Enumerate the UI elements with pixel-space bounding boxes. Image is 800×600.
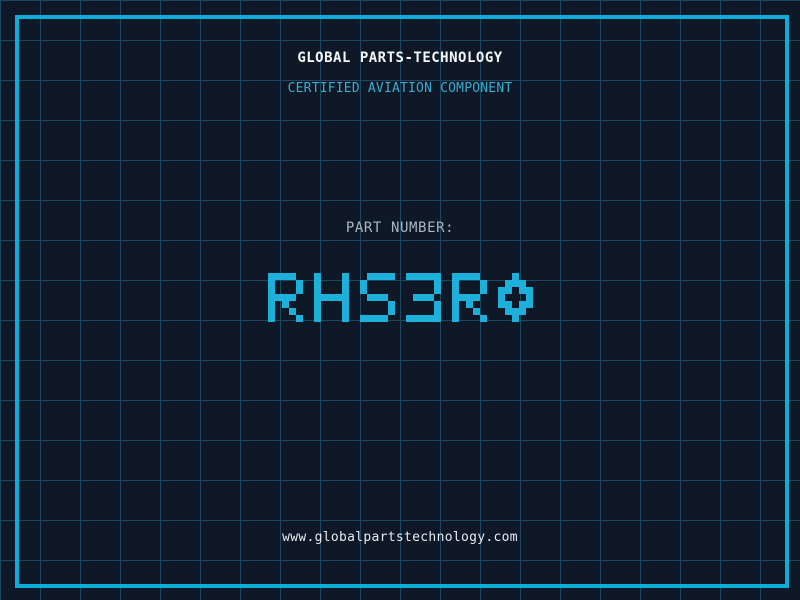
part-number-glyphs <box>267 273 533 322</box>
part-number-value <box>0 273 800 322</box>
part-number-label: PART NUMBER: <box>345 220 455 236</box>
certificate-card: GLOBAL PARTS-TECHNOLOGY CERTIFIED AVIATI… <box>0 0 800 600</box>
website-url: www.globalpartstechnology.com <box>282 530 518 545</box>
brand-title: GLOBAL PARTS-TECHNOLOGY <box>297 50 503 66</box>
brand-subtitle: CERTIFIED AVIATION COMPONENT <box>287 81 513 96</box>
